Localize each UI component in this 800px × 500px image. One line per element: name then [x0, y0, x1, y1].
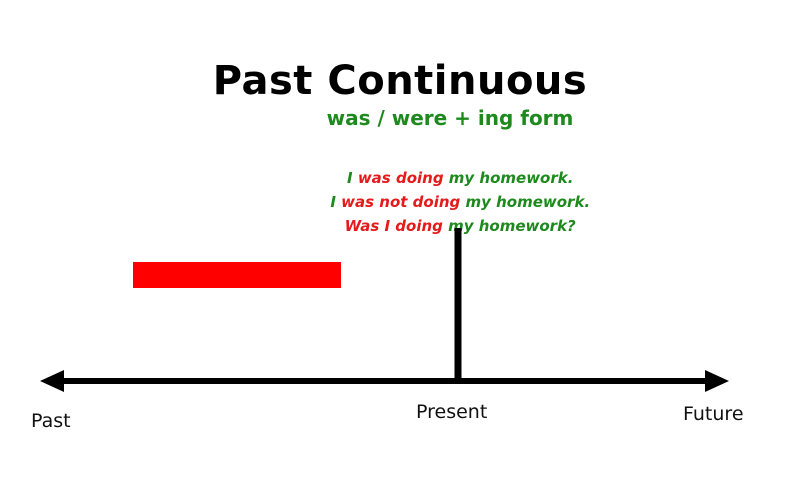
present-label: Present	[416, 401, 488, 423]
past-label: Past	[31, 410, 71, 432]
past-action-bar	[133, 262, 341, 288]
past-arrowhead	[40, 370, 64, 392]
future-label: Future	[683, 403, 744, 425]
timeline-graphic	[40, 228, 729, 392]
future-arrowhead	[705, 370, 729, 392]
